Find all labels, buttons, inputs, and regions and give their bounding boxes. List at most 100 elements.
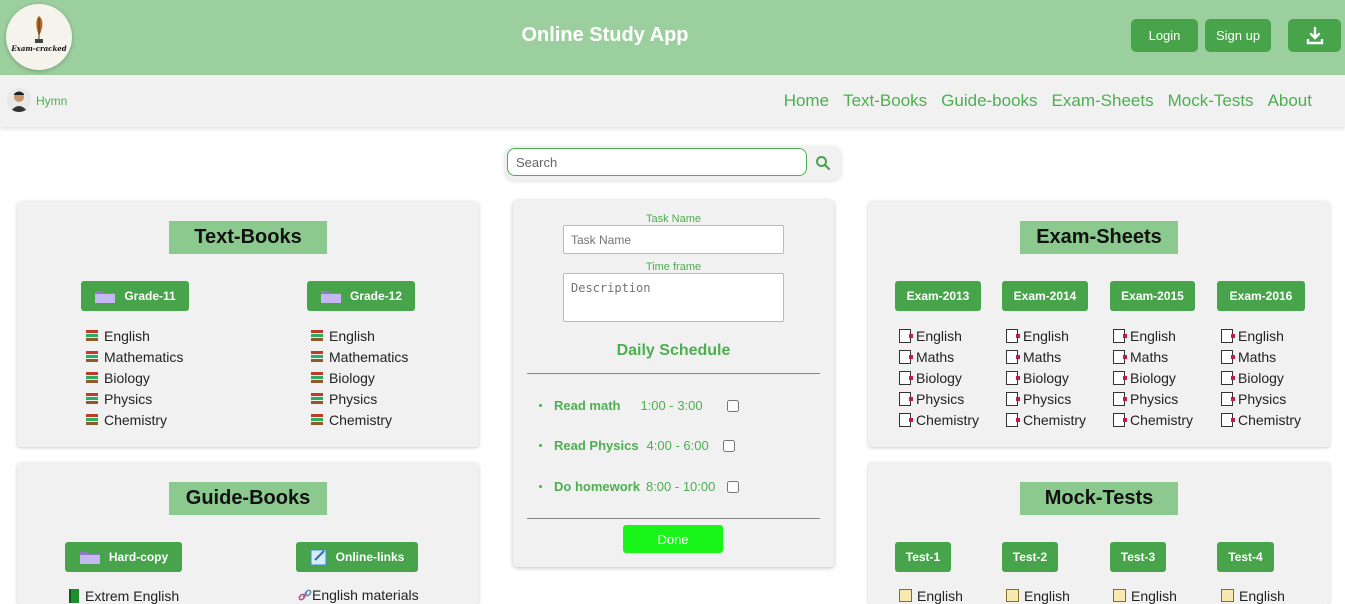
hard-copy-button[interactable]: Hard-copy xyxy=(65,542,182,572)
list-item[interactable]: Physics xyxy=(310,388,408,409)
nav-exam-sheets[interactable]: Exam-Sheets xyxy=(1052,91,1154,111)
nav-guide-books[interactable]: Guide-books xyxy=(941,91,1037,111)
search-input[interactable] xyxy=(507,148,807,176)
list-item[interactable]: Physics xyxy=(85,388,183,409)
test-1-list: English xyxy=(899,585,963,604)
username[interactable]: Hymn xyxy=(36,94,67,108)
grade-11-label: Grade-11 xyxy=(124,289,176,303)
search-icon[interactable] xyxy=(815,155,831,171)
document-icon xyxy=(899,328,913,343)
list-item[interactable]: English xyxy=(899,585,963,604)
test-2-button[interactable]: Test-2 xyxy=(1002,542,1058,572)
exam-2015-button[interactable]: Exam-2015 xyxy=(1110,281,1195,311)
test-1-button[interactable]: Test-1 xyxy=(895,542,951,572)
bullet xyxy=(539,404,542,407)
description-input[interactable] xyxy=(563,273,784,322)
list-item[interactable]: English xyxy=(899,325,979,346)
list-item[interactable]: English xyxy=(1221,325,1301,346)
test-4-list: English xyxy=(1221,585,1285,604)
task-time: 4:00 - 6:00 xyxy=(646,438,709,453)
textbooks-title: Text-Books xyxy=(169,221,327,254)
nav-links: Home Text-Books Guide-books Exam-Sheets … xyxy=(784,91,1312,111)
task-row: Read Physics 4:00 - 6:00 xyxy=(539,438,735,453)
list-item[interactable]: Maths xyxy=(899,346,979,367)
list-item[interactable]: Chemistry xyxy=(1006,409,1086,430)
list-item[interactable]: Physics xyxy=(1113,388,1193,409)
nav-text-books[interactable]: Text-Books xyxy=(843,91,927,111)
list-item[interactable]: Mathematics xyxy=(85,346,183,367)
list-item[interactable]: English xyxy=(85,325,183,346)
document-icon xyxy=(1006,412,1020,427)
nav-about[interactable]: About xyxy=(1268,91,1312,111)
test-4-button[interactable]: Test-4 xyxy=(1217,542,1274,572)
list-item[interactable]: Chemistry xyxy=(310,409,408,430)
exam-2013-button[interactable]: Exam-2013 xyxy=(895,281,981,311)
test-3-button[interactable]: Test-3 xyxy=(1110,542,1166,572)
list-item[interactable]: English xyxy=(1006,325,1086,346)
exam-2016-button[interactable]: Exam-2016 xyxy=(1217,281,1305,311)
list-item[interactable]: Biology xyxy=(1006,367,1086,388)
login-button[interactable]: Login xyxy=(1131,19,1198,52)
task-checkbox[interactable] xyxy=(722,439,735,452)
task-time: 1:00 - 3:00 xyxy=(640,398,703,413)
signup-button[interactable]: Sign up xyxy=(1205,19,1271,52)
exam-2013-list: English Maths Biology Physics Chemistry xyxy=(899,325,979,430)
exam-2014-button[interactable]: Exam-2014 xyxy=(1002,281,1088,311)
list-item[interactable]: Chemistry xyxy=(899,409,979,430)
time-frame-label: Time frame xyxy=(645,261,702,273)
green-book-icon xyxy=(69,588,79,603)
list-item[interactable]: English xyxy=(1221,585,1285,604)
download-icon xyxy=(1306,26,1323,44)
nav-home[interactable]: Home xyxy=(784,91,829,111)
list-item[interactable]: Biology xyxy=(899,367,979,388)
list-item[interactable]: Physics xyxy=(1221,388,1301,409)
task-checkbox[interactable] xyxy=(726,399,739,412)
task-name-label: Task Name xyxy=(645,213,702,225)
download-button[interactable] xyxy=(1288,19,1341,52)
list-item[interactable]: English xyxy=(1113,325,1193,346)
list-item[interactable]: English xyxy=(310,325,408,346)
list-item[interactable]: Extrem English xyxy=(68,585,179,604)
grade-12-button[interactable]: Grade-12 xyxy=(307,281,415,311)
divider xyxy=(527,518,820,519)
nav-mock-tests[interactable]: Mock-Tests xyxy=(1168,91,1254,111)
list-item[interactable]: Mathematics xyxy=(310,346,408,367)
task-name-input[interactable] xyxy=(563,225,784,254)
list-item[interactable]: Biology xyxy=(85,367,183,388)
document-icon xyxy=(1006,370,1020,385)
list-item[interactable]: English materials xyxy=(298,584,419,604)
list-item[interactable]: Chemistry xyxy=(1221,409,1301,430)
task-name: Read math xyxy=(554,398,621,413)
online-links-button[interactable]: Online-links xyxy=(296,542,418,572)
list-item[interactable]: English xyxy=(1006,585,1070,604)
list-item[interactable]: English xyxy=(1113,585,1177,604)
bullet xyxy=(539,444,542,447)
document-icon xyxy=(1113,328,1127,343)
list-item[interactable]: Chemistry xyxy=(85,409,183,430)
list-item[interactable]: Biology xyxy=(310,367,408,388)
task-checkbox[interactable] xyxy=(727,480,740,493)
mocktests-title: Mock-Tests xyxy=(1020,482,1178,515)
books-icon xyxy=(85,329,99,342)
list-item[interactable]: Chemistry xyxy=(1113,409,1193,430)
user-avatar[interactable] xyxy=(7,88,31,112)
person-icon xyxy=(7,88,31,112)
hard-copy-label: Hard-copy xyxy=(108,550,169,564)
list-item[interactable]: Physics xyxy=(1006,388,1086,409)
document-icon xyxy=(1006,349,1020,364)
document-icon xyxy=(899,370,913,385)
list-item[interactable]: Maths xyxy=(1221,346,1301,367)
list-item[interactable]: Maths xyxy=(1113,346,1193,367)
done-button[interactable]: Done xyxy=(623,525,723,553)
list-item[interactable]: Physics xyxy=(899,388,979,409)
list-item[interactable]: Biology xyxy=(1113,367,1193,388)
grade-11-button[interactable]: Grade-11 xyxy=(81,281,189,311)
link-icon xyxy=(298,589,312,600)
app-logo[interactable]: Exam-cracked xyxy=(6,4,72,70)
list-item[interactable]: Maths xyxy=(1006,346,1086,367)
list-item[interactable]: Biology xyxy=(1221,367,1301,388)
grade-12-list: English Mathematics Biology Physics Chem… xyxy=(310,325,408,430)
exam-2015-list: English Maths Biology Physics Chemistry xyxy=(1113,325,1193,430)
task-name: Read Physics xyxy=(554,438,639,453)
books-icon xyxy=(310,350,324,363)
